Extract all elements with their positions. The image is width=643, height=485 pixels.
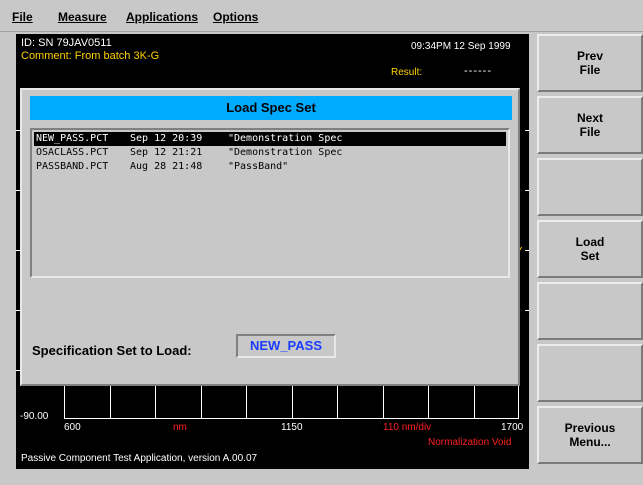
file-description: "Demonstration Spec [228, 133, 343, 144]
blank-softkey-6[interactable] [537, 344, 643, 402]
grid-line [155, 386, 156, 419]
blank-softkey-5[interactable] [537, 282, 643, 340]
y-axis-min-label: -90.00 [20, 411, 49, 422]
file-description: "Demonstration Spec [228, 147, 343, 158]
x-axis-mid-label: 1150 [281, 422, 303, 433]
grid-line [428, 386, 429, 419]
softkey-label-line1: Next [576, 111, 603, 125]
softkey-label-line2: Set [580, 249, 600, 263]
device-id: ID: SN 79JAV0511 [21, 37, 112, 49]
file-description: "PassBand" [228, 161, 289, 172]
spec-set-label: Specification Set to Load: [32, 343, 192, 358]
spec-file-list[interactable]: NEW_PASS.PCT Sep 12 20:39 "Demonstration… [30, 128, 510, 278]
file-name: PASSBAND.PCT [36, 161, 109, 172]
datetime: 09:34PM 12 Sep 1999 [411, 41, 511, 52]
normalization-status: Normalization Void [428, 437, 512, 448]
axis-tick [525, 190, 529, 191]
file-date: Aug 28 21:48 [130, 161, 203, 172]
grid-line [246, 386, 247, 419]
softkey-label-line2: File [579, 125, 601, 139]
file-name: OSACLASS.PCT [36, 147, 109, 158]
menu-options[interactable]: Options [213, 10, 258, 24]
file-date: Sep 12 20:39 [130, 133, 203, 144]
menu-file[interactable]: File [12, 10, 33, 24]
x-axis-unit-label: nm [173, 422, 187, 433]
file-name: NEW_PASS.PCT [36, 133, 109, 144]
x-axis-start-label: 600 [64, 422, 81, 433]
result-value: ------ [464, 65, 492, 77]
menu-bar: File Measure Applications Options [0, 0, 643, 32]
x-axis-end-label: 1700 [501, 422, 524, 433]
next-file-softkey[interactable]: Next File [537, 96, 643, 154]
load-set-softkey[interactable]: Load Set [537, 220, 643, 278]
axis-tick [525, 310, 529, 311]
softkey-label-line1: Prev [576, 49, 604, 63]
softkey-label-line2: Menu... [569, 435, 611, 449]
grid-line [383, 386, 384, 419]
prev-file-softkey[interactable]: Prev File [537, 34, 643, 92]
previous-menu-softkey[interactable]: Previous Menu... [537, 406, 643, 464]
file-date: Sep 12 21:21 [130, 147, 203, 158]
x-axis-scale-label: 110 nm/div [383, 422, 432, 433]
softkey-label-line1: Previous [564, 421, 616, 435]
grid-line [292, 386, 293, 419]
comment-text: Comment: From batch 3K-G [21, 50, 160, 62]
load-spec-set-dialog: Load Spec Set NEW_PASS.PCT Sep 12 20:39 … [20, 88, 520, 386]
axis-tick [525, 130, 529, 131]
menu-measure[interactable]: Measure [58, 10, 107, 24]
menu-applications[interactable]: Applications [126, 10, 198, 24]
file-list-item[interactable]: OSACLASS.PCT Sep 12 21:21 "Demonstration… [34, 146, 506, 160]
dialog-title: Load Spec Set [30, 96, 512, 120]
axis-tick [525, 250, 529, 251]
file-list-item[interactable]: NEW_PASS.PCT Sep 12 20:39 "Demonstration… [34, 132, 506, 146]
softkey-label-line2: File [579, 63, 601, 77]
grid-line [337, 386, 338, 419]
grid-line [201, 386, 202, 419]
softkey-label-line1: Load [575, 235, 605, 249]
blank-softkey-3[interactable] [537, 158, 643, 216]
spec-set-field[interactable]: NEW_PASS [236, 334, 336, 358]
grid-line [474, 386, 475, 419]
file-list-item[interactable]: PASSBAND.PCT Aug 28 21:48 "PassBand" [34, 160, 506, 174]
grid-line [110, 386, 111, 419]
result-label: Result: [391, 67, 423, 78]
application-status-line: Passive Component Test Application, vers… [21, 453, 258, 464]
